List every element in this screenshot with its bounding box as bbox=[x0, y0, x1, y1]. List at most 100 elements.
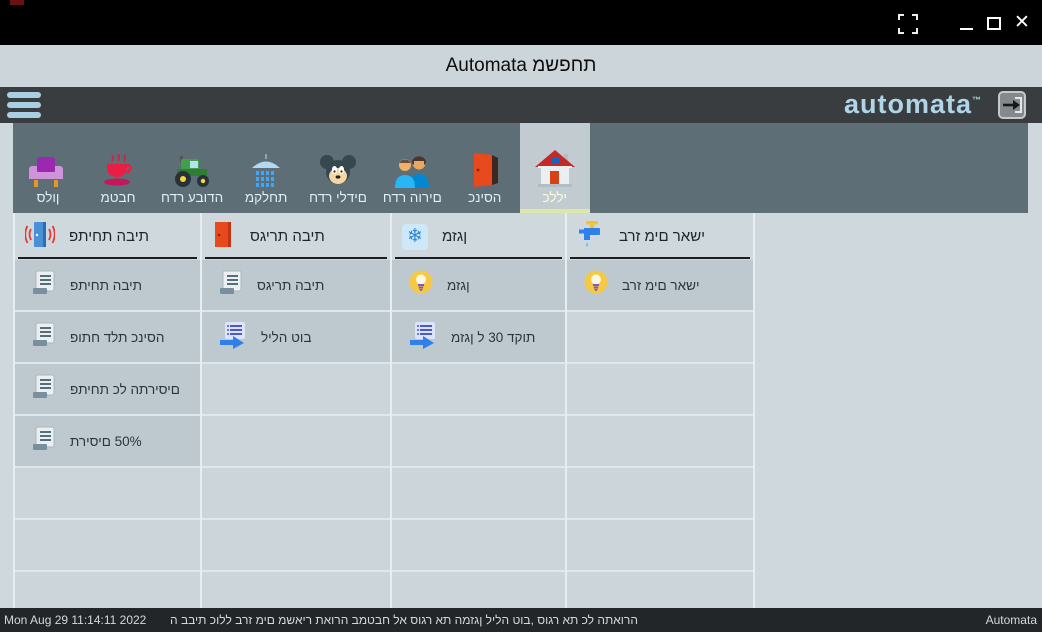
scenario-cell[interactable]: פותח דלת כניסה bbox=[15, 312, 200, 364]
tab-label: כניסה bbox=[468, 190, 502, 205]
scenario-label: ברז מים ראשי bbox=[622, 277, 700, 293]
empty-cell bbox=[567, 312, 753, 364]
list-icon bbox=[31, 374, 57, 405]
tab-salon[interactable]: סלון bbox=[13, 123, 83, 213]
bulb-icon bbox=[583, 270, 609, 301]
scenario-label: סגירת הבית bbox=[257, 277, 325, 293]
room-tab-bar: סלון מטבח חדר עבודה מקלחת חדר ילדים חדר … bbox=[13, 123, 1028, 213]
column-header: ❄ מזגן bbox=[392, 213, 565, 260]
scenario-cell[interactable]: סגירת הבית bbox=[202, 260, 390, 312]
empty-cell bbox=[567, 572, 753, 608]
scenario-cell[interactable]: פתיחת כל התריסים bbox=[15, 364, 200, 416]
tab-shower[interactable]: מקלחת bbox=[231, 123, 301, 213]
column-header: ברז מים ראשי bbox=[567, 213, 753, 260]
empty-cell bbox=[202, 572, 390, 608]
column-main-water-tap: ברז מים ראשי ברז מים ראשי bbox=[565, 213, 755, 608]
door-icon bbox=[470, 140, 500, 188]
mickey-icon bbox=[319, 140, 357, 188]
scenario-cell[interactable]: מזגן bbox=[392, 260, 565, 312]
column-close-house: סגירת הבית סגירת הבית לילה טוב bbox=[200, 213, 390, 608]
title-bar: Automata משפחת bbox=[0, 45, 1042, 87]
column-header-label: מזגן bbox=[442, 228, 468, 245]
scenario-cell[interactable]: לילה טוב bbox=[202, 312, 390, 364]
empty-cell bbox=[202, 416, 390, 468]
empty-cell bbox=[392, 364, 565, 416]
status-app-name: Automata bbox=[985, 613, 1037, 627]
bulb-icon bbox=[408, 270, 434, 301]
tab-label: כללי bbox=[542, 190, 568, 205]
empty-cell bbox=[567, 364, 753, 416]
column-open-house: פתיחת הבית פתיחת הבית פותח דלת כניסה פתי… bbox=[13, 213, 200, 608]
tractor-icon bbox=[172, 140, 212, 188]
tab-parents-room[interactable]: חדר הורים bbox=[375, 123, 450, 213]
list-icon bbox=[31, 270, 57, 301]
column-header-label: פתיחת הבית bbox=[69, 228, 149, 245]
tab-label: מקלחת bbox=[244, 190, 288, 205]
tab-label: סלון bbox=[36, 190, 60, 205]
scenario-label: פתיחת הבית bbox=[70, 277, 142, 293]
scenario-run-icon bbox=[408, 321, 438, 354]
tab-entrance[interactable]: כניסה bbox=[450, 123, 520, 213]
scenario-board: פתיחת הבית פתיחת הבית פותח דלת כניסה פתי… bbox=[13, 213, 755, 608]
empty-cell bbox=[202, 468, 390, 520]
tab-kitchen[interactable]: מטבח bbox=[83, 123, 153, 213]
empty-cell bbox=[392, 520, 565, 572]
scenario-label: מזגן ל 30 דקות bbox=[451, 329, 536, 345]
automata-logo: automata™ bbox=[843, 89, 982, 119]
scenario-cell[interactable]: תריסים 50% bbox=[15, 416, 200, 468]
column-header-label: ברז מים ראשי bbox=[619, 228, 706, 245]
house-icon bbox=[534, 140, 576, 188]
page-title: Automata משפחת bbox=[445, 55, 597, 76]
door-alarm-icon bbox=[24, 221, 56, 253]
empty-cell bbox=[392, 468, 565, 520]
tab-kids-room[interactable]: חדר ילדים bbox=[301, 123, 375, 213]
list-icon bbox=[31, 322, 57, 353]
empty-cell bbox=[567, 468, 753, 520]
scenario-cell[interactable]: פתיחת הבית bbox=[15, 260, 200, 312]
shower-icon bbox=[248, 140, 284, 188]
list-icon bbox=[31, 426, 57, 457]
faucet-icon bbox=[577, 220, 605, 253]
tab-label: חדר הורים bbox=[382, 190, 442, 205]
minimize-button[interactable] bbox=[960, 28, 973, 30]
close-button[interactable]: ✕ bbox=[1014, 13, 1030, 33]
scenario-label: פתיחת כל התריסים bbox=[70, 381, 180, 397]
empty-cell bbox=[202, 520, 390, 572]
exit-arrow-icon[interactable] bbox=[998, 91, 1026, 119]
scenario-label: מזגן bbox=[447, 277, 470, 293]
scenario-label: תריסים 50% bbox=[70, 433, 142, 449]
maximize-button[interactable] bbox=[987, 17, 1001, 30]
tab-work-room[interactable]: חדר עבודה bbox=[153, 123, 231, 213]
snowflake-icon: ❄ bbox=[402, 223, 428, 250]
scenario-cell[interactable]: ברז מים ראשי bbox=[567, 260, 753, 312]
column-header: סגירת הבית bbox=[202, 213, 390, 260]
column-header-label: סגירת הבית bbox=[250, 228, 325, 245]
scenario-label: לילה טוב bbox=[261, 329, 312, 345]
empty-cell bbox=[392, 416, 565, 468]
column-header: פתיחת הבית bbox=[15, 213, 200, 260]
empty-cell bbox=[567, 416, 753, 468]
coffee-cup-icon bbox=[100, 140, 136, 188]
column-ac: ❄ מזגן מזגן מזגן ל 30 דקות bbox=[390, 213, 565, 608]
screen-artifact bbox=[10, 0, 24, 5]
parents-icon bbox=[393, 140, 431, 188]
empty-cell bbox=[15, 572, 200, 608]
hamburger-menu-icon[interactable] bbox=[7, 92, 43, 118]
status-bar: Mon Aug 29 11:14:11 2022 ה בבית כולל ברז… bbox=[0, 608, 1042, 632]
empty-cell bbox=[15, 468, 200, 520]
scenario-label: פותח דלת כניסה bbox=[70, 329, 165, 345]
status-timestamp: Mon Aug 29 11:14:11 2022 bbox=[4, 613, 147, 627]
fullscreen-toggle-icon[interactable] bbox=[898, 14, 918, 34]
tab-label: חדר ילדים bbox=[309, 190, 367, 205]
window-top-bar: ✕ bbox=[0, 0, 1042, 45]
sofa-icon bbox=[29, 140, 67, 188]
tab-label: חדר עבודה bbox=[161, 190, 224, 205]
list-icon bbox=[218, 270, 244, 301]
empty-cell bbox=[202, 364, 390, 416]
empty-cell bbox=[15, 520, 200, 572]
status-message: ה בבית כולל ברז מים משאיר תאורה במטבח לא… bbox=[170, 613, 638, 627]
scenario-cell[interactable]: מזגן ל 30 דקות bbox=[392, 312, 565, 364]
tab-general[interactable]: כללי bbox=[519, 123, 590, 213]
empty-cell bbox=[392, 572, 565, 608]
scenario-run-icon bbox=[218, 321, 248, 354]
